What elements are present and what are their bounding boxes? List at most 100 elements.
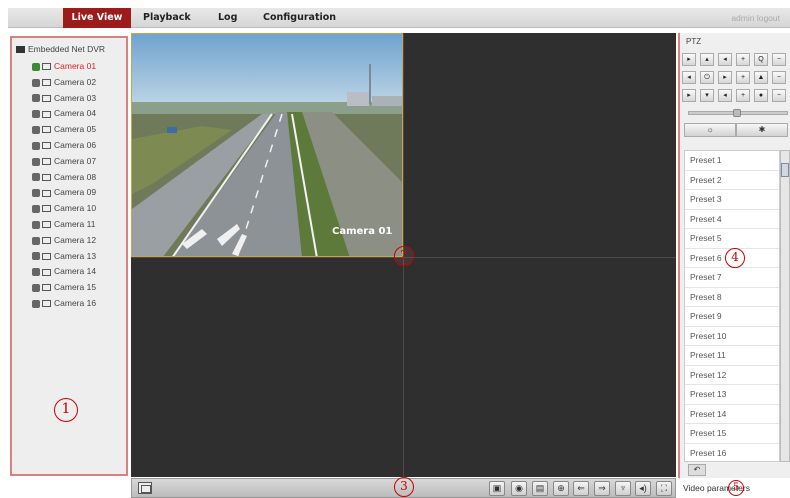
tab-configuration[interactable]: Configuration	[263, 8, 336, 28]
user-logout-link[interactable]: admin logout	[731, 8, 780, 28]
preset-item[interactable]: Preset 12	[685, 366, 779, 385]
fullscreen-button[interactable]: ⛶	[656, 481, 672, 496]
annotation-marker-2: 2	[394, 246, 414, 266]
camera-list-item[interactable]: Camera 15	[32, 281, 96, 293]
focus-far-button[interactable]: −	[772, 71, 786, 84]
iris-open-button[interactable]: +	[736, 89, 750, 102]
camera-status-icon	[32, 268, 40, 277]
iris-icon[interactable]: ●	[754, 89, 768, 102]
preset-item[interactable]: Preset 9	[685, 307, 779, 327]
wiper-icon[interactable]: ✱	[736, 123, 788, 137]
preset-item[interactable]: Preset 2	[685, 171, 779, 190]
camera-list-item[interactable]: Camera 13	[32, 250, 96, 262]
camera-status-icon	[32, 62, 40, 71]
camera-list-item-label: Camera 11	[54, 219, 96, 229]
camera-list-item-label: Camera 05	[54, 124, 97, 135]
ptz-auto-button[interactable]: ⏻	[700, 71, 714, 84]
camera-status-icon	[32, 189, 40, 198]
zoom-in-button[interactable]: +	[736, 53, 750, 66]
camera-icon	[42, 189, 51, 197]
camera-list-item[interactable]: Camera 01	[32, 60, 96, 72]
camera-list-item[interactable]: Camera 02	[32, 76, 96, 88]
preset-call-button[interactable]: ↶	[688, 464, 706, 476]
preset-list-scrollbar[interactable]	[780, 150, 790, 462]
camera-status-icon	[32, 110, 40, 119]
ptz-speed-slider[interactable]	[688, 109, 788, 117]
camera-list-item[interactable]: Camera 07	[32, 155, 96, 167]
camera-list-item-label: Camera 16	[54, 298, 97, 308]
camera-list-item-label: Camera 13	[54, 250, 97, 261]
preset-item[interactable]: Preset 13	[685, 385, 779, 405]
preset-item[interactable]: Preset 3	[685, 190, 779, 210]
tab-live-view[interactable]: Live View	[63, 8, 131, 28]
camera-status-icon	[32, 157, 40, 166]
preset-item[interactable]: Preset 11	[685, 346, 779, 366]
ptz-speed-slider-knob[interactable]	[733, 109, 741, 117]
camera-list-item[interactable]: Camera 03	[32, 92, 96, 104]
ptz-right-button[interactable]: ▸	[718, 71, 732, 84]
annotation-marker-1: 1	[54, 398, 78, 422]
camera-status-icon	[32, 173, 40, 182]
preset-item[interactable]: Preset 4	[685, 210, 779, 229]
camera-list-item[interactable]: Camera 09	[32, 186, 96, 198]
camera-list-item[interactable]: Camera 04	[32, 107, 96, 119]
microphone-icon[interactable]: ♆	[615, 481, 631, 496]
camera-list-item[interactable]: Camera 14	[32, 265, 96, 277]
ptz-title: PTZ	[686, 37, 702, 46]
window-layout-button[interactable]	[138, 482, 152, 494]
camera-list-item-label: Camera 03	[54, 92, 97, 103]
ptz-up-button[interactable]: ▴	[700, 53, 714, 66]
volume-icon[interactable]: ◂)	[635, 481, 651, 496]
ptz-down-right-button[interactable]: ◂	[718, 89, 732, 102]
tree-root-dvr[interactable]: Embedded Net DVR	[16, 43, 105, 55]
camera-icon	[42, 173, 51, 181]
preset-item[interactable]: Preset 14	[685, 405, 779, 424]
camera-icon	[42, 205, 51, 213]
ptz-up-right-button[interactable]: ◂	[718, 53, 732, 66]
preset-item[interactable]: Preset 5	[685, 229, 779, 249]
ptz-down-button[interactable]: ▾	[700, 89, 714, 102]
zoom-out-button[interactable]: −	[772, 53, 786, 66]
ptz-left-button[interactable]: ◂	[682, 71, 696, 84]
dvr-icon	[16, 46, 25, 54]
search-icon[interactable]: Q	[754, 53, 768, 66]
camera-list-item[interactable]: Camera 12	[32, 234, 96, 246]
digital-zoom-button[interactable]: ⊕	[553, 481, 569, 496]
video-cell-1[interactable]: Camera 01	[131, 33, 403, 257]
preset-item[interactable]: Preset 8	[685, 288, 779, 307]
tab-playback[interactable]: Playback	[143, 8, 191, 28]
camera-list-item-label: Camera 10	[54, 203, 97, 214]
video-display-area[interactable]: Camera 01 2	[131, 33, 676, 477]
camera-list-item[interactable]: Camera 08	[32, 171, 96, 183]
preset-scrollbar-thumb[interactable]	[781, 163, 789, 177]
iris-close-button[interactable]: −	[772, 89, 786, 102]
preset-item[interactable]: Preset 7	[685, 268, 779, 288]
camera-icon	[42, 63, 51, 71]
camera-list-item[interactable]: Camera 16	[32, 297, 96, 309]
camera-list-item[interactable]: Camera 06	[32, 139, 96, 151]
capture-picture-button[interactable]: ◉	[511, 481, 527, 496]
camera-list-item[interactable]: Camera 11	[32, 218, 95, 230]
light-icon[interactable]: ☼	[684, 123, 736, 137]
previous-page-button[interactable]: ⇐	[573, 481, 589, 496]
camera-status-icon	[32, 204, 40, 213]
camera-list-item[interactable]: Camera 05	[32, 123, 96, 135]
tab-log[interactable]: Log	[218, 8, 237, 28]
focus-near-button[interactable]: +	[736, 71, 750, 84]
camera-icon	[42, 237, 51, 245]
camera-list-item[interactable]: Camera 10	[32, 202, 96, 214]
stop-all-preview-button[interactable]: ▣	[489, 481, 505, 496]
focus-icon[interactable]: ▲	[754, 71, 768, 84]
ptz-down-left-button[interactable]: ▸	[682, 89, 696, 102]
ptz-up-left-button[interactable]: ▸	[682, 53, 696, 66]
preset-item[interactable]: Preset 1	[685, 151, 779, 171]
preset-item[interactable]: Preset 15	[685, 424, 779, 444]
preset-item[interactable]: Preset 16	[685, 444, 779, 462]
preset-item[interactable]: Preset 10	[685, 327, 779, 346]
next-page-button[interactable]: ⇒	[594, 481, 610, 496]
camera-icon	[42, 79, 51, 87]
record-all-button[interactable]: ▤	[532, 481, 548, 496]
camera-icon	[42, 268, 51, 276]
camera-icon	[42, 110, 51, 118]
camera-icon	[42, 300, 51, 308]
